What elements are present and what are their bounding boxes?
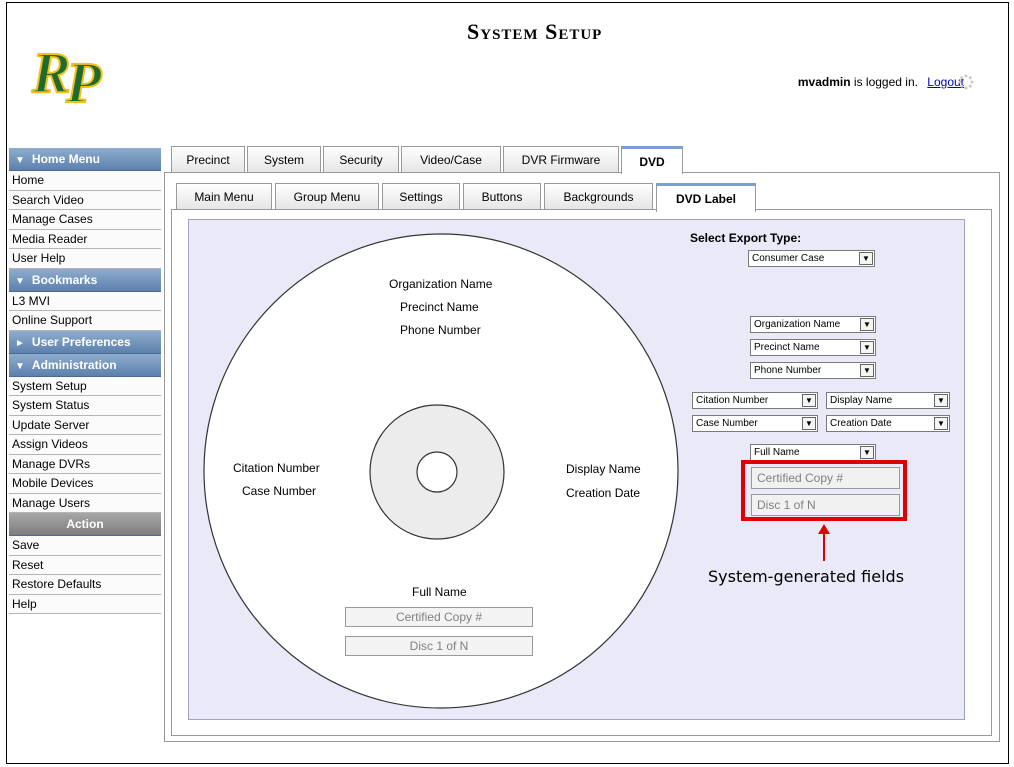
label-right-line2-select[interactable]: Creation Date ▼	[826, 415, 950, 432]
sidebar-item-search-video[interactable]: Search Video	[9, 190, 161, 210]
tab-group-menu[interactable]: Group Menu	[275, 183, 379, 209]
tab-dvd[interactable]: DVD	[621, 146, 683, 174]
arrow-up-icon	[818, 524, 830, 561]
expand-arrow-icon: ►	[15, 337, 25, 349]
sidebar: ▼ Home Menu Home Search Video Manage Case…	[9, 148, 161, 614]
tab-settings[interactable]: Settings	[382, 183, 460, 209]
export-type-label: Select Export Type:	[690, 231, 802, 245]
chevron-down-icon: ▼	[860, 364, 874, 377]
svg-text:P: P	[65, 50, 102, 115]
disc-display-name: Display Name	[566, 462, 641, 476]
username: mvadmin	[797, 75, 851, 89]
login-status: mvadmin is logged in. Logout	[798, 75, 964, 89]
tab-dvd-label[interactable]: DVD Label	[656, 183, 756, 212]
sidebar-item-manage-cases[interactable]: Manage Cases	[9, 210, 161, 230]
disc-precinct-name: Precinct Name	[400, 300, 479, 314]
chevron-down-icon: ▼	[860, 341, 874, 354]
disc-full-name: Full Name	[412, 585, 467, 599]
collapse-arrow-icon: ▼	[15, 155, 25, 166]
chevron-down-icon: ▼	[934, 417, 948, 430]
sidebar-item-home[interactable]: Home	[9, 171, 161, 191]
sidebar-item-assign-videos[interactable]: Assign Videos	[9, 435, 161, 455]
chevron-down-icon: ▼	[860, 446, 874, 459]
sidebar-item-manage-dvrs[interactable]: Manage DVRs	[9, 454, 161, 474]
tab-buttons[interactable]: Buttons	[463, 183, 541, 209]
chevron-down-icon: ▼	[859, 252, 873, 265]
tab-security[interactable]: Security	[323, 146, 399, 172]
collapse-arrow-icon: ▼	[15, 275, 25, 287]
sidebar-header-user-preferences[interactable]: ► User Preferences	[9, 330, 161, 354]
tab-system[interactable]: System	[247, 146, 321, 172]
label-left-line2-select[interactable]: Case Number ▼	[692, 415, 818, 432]
chevron-down-icon: ▼	[934, 394, 948, 407]
sidebar-item-manage-users[interactable]: Manage Users	[9, 493, 161, 513]
sidebar-header-bookmarks[interactable]: ▼ Bookmarks	[9, 268, 161, 292]
loading-spinner-icon	[958, 74, 974, 90]
disc-phone-number: Phone Number	[400, 323, 481, 337]
label-top-line1-select[interactable]: Organization Name ▼	[750, 316, 876, 333]
export-type-select[interactable]: Consumer Case ▼	[748, 250, 875, 267]
disc-citation-number: Citation Number	[233, 461, 320, 475]
label-left-line1-select[interactable]: Citation Number ▼	[692, 392, 818, 409]
sidebar-item-system-status[interactable]: System Status	[9, 396, 161, 416]
tab-video-case[interactable]: Video/Case	[401, 146, 501, 172]
sidebar-header-action: Action	[9, 513, 161, 536]
disc-creation-date: Creation Date	[566, 486, 641, 500]
sidebar-item-restore-defaults[interactable]: Restore Defaults	[9, 575, 161, 595]
chevron-down-icon: ▼	[802, 417, 816, 430]
sidebar-item-l3-mvi[interactable]: L3 MVI	[9, 291, 161, 311]
tab-precinct[interactable]: Precinct	[171, 146, 245, 172]
sidebar-header-administration[interactable]: ▼ Administration	[9, 353, 161, 377]
login-text: is logged in.	[853, 75, 918, 89]
disc-case-number: Case Number	[242, 484, 317, 498]
outer-tab-bar: Precinct System Security Video/Case DVR …	[171, 146, 685, 174]
disc-disc-of-n-field: Disc 1 of N	[345, 636, 533, 656]
sidebar-item-update-server[interactable]: Update Server	[9, 415, 161, 435]
chevron-down-icon: ▼	[802, 394, 816, 407]
sidebar-item-media-reader[interactable]: Media Reader	[9, 229, 161, 249]
label-top-line3-select[interactable]: Phone Number ▼	[750, 362, 876, 379]
system-fields-highlight-box	[741, 460, 907, 521]
sidebar-item-user-help[interactable]: User Help	[9, 249, 161, 269]
annotation-system-generated-fields: System-generated fields	[708, 567, 905, 586]
label-bottom-line-select[interactable]: Full Name ▼	[750, 444, 876, 461]
tab-dvr-firmware[interactable]: DVR Firmware	[503, 146, 619, 172]
sidebar-item-online-support[interactable]: Online Support	[9, 311, 161, 331]
tab-main-menu[interactable]: Main Menu	[176, 183, 272, 209]
tab-backgrounds[interactable]: Backgrounds	[544, 183, 653, 209]
sidebar-item-mobile-devices[interactable]: Mobile Devices	[9, 474, 161, 494]
label-right-line1-select[interactable]: Display Name ▼	[826, 392, 950, 409]
disc-certified-copy-field: Certified Copy #	[345, 607, 533, 627]
rp-logo: R P	[14, 14, 135, 128]
page-title: System Setup	[467, 19, 603, 44]
label-top-line2-select[interactable]: Precinct Name ▼	[750, 339, 876, 356]
chevron-down-icon: ▼	[860, 318, 874, 331]
disc-org-name: Organization Name	[389, 277, 493, 291]
sidebar-item-help[interactable]: Help	[9, 594, 161, 614]
sidebar-item-system-setup[interactable]: System Setup	[9, 376, 161, 396]
sidebar-header-home-menu[interactable]: ▼ Home Menu	[9, 148, 161, 171]
svg-text:R: R	[31, 40, 71, 105]
sidebar-item-reset[interactable]: Reset	[9, 555, 161, 575]
inner-tab-bar: Main Menu Group Menu Settings Buttons Ba…	[176, 183, 759, 212]
sidebar-item-save[interactable]: Save	[9, 536, 161, 556]
collapse-arrow-icon: ▼	[15, 360, 25, 372]
